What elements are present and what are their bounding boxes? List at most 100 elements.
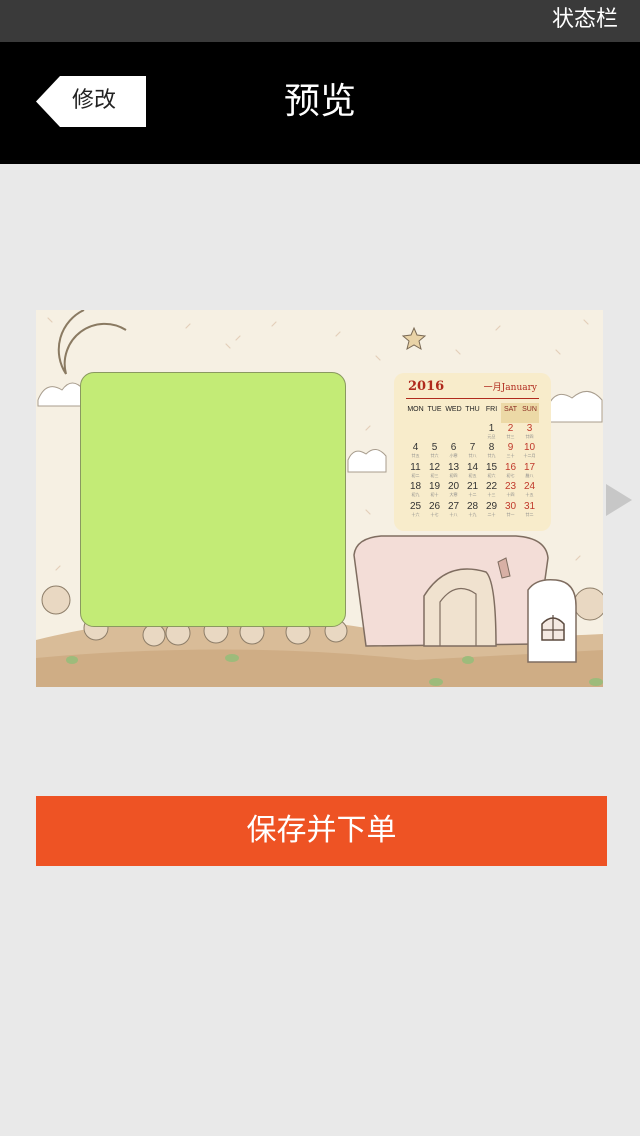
calendar-day: 21 十二 bbox=[463, 481, 482, 501]
calendar-day-number: 23 bbox=[504, 481, 517, 492]
calendar-day-number: 19 bbox=[428, 481, 441, 492]
calendar-day-number: 13 bbox=[447, 461, 460, 473]
calendar-lunar-label: 初七 bbox=[506, 472, 515, 478]
calendar-day: 17 腊八 bbox=[520, 462, 539, 482]
calendar-lunar-label: 廿三 bbox=[506, 433, 515, 439]
calendar-weekday-label: MON bbox=[407, 406, 424, 413]
calendar-day: 9 三十 bbox=[501, 442, 520, 462]
calendar-day: 30 廿一 bbox=[501, 501, 520, 521]
calendar-lunar-label: 初六 bbox=[487, 472, 496, 478]
page-title: 预览 bbox=[283, 81, 356, 122]
calendar-lunar-label: 初五 bbox=[468, 472, 477, 478]
calendar-day-number: 7 bbox=[469, 442, 476, 453]
calendar-day-number: 4 bbox=[412, 442, 419, 453]
calendar-lunar-label: 十七 bbox=[430, 511, 439, 517]
calendar-day: 2 廿三 bbox=[501, 423, 520, 443]
calendar-day: 1 元旦 bbox=[482, 423, 501, 443]
calendar-lunar-label: 廿二 bbox=[525, 511, 534, 517]
calendar-year: 2016 bbox=[408, 379, 445, 394]
calendar-day: 31 廿二 bbox=[520, 501, 539, 521]
calendar-lunar-label: 十二月 bbox=[523, 453, 536, 458]
calendar-day-number: 11 bbox=[410, 461, 421, 473]
photo-placeholder[interactable] bbox=[80, 372, 346, 627]
calendar-day: 3 廿四 bbox=[520, 423, 539, 443]
calendar-day: 27 十八 bbox=[444, 501, 463, 521]
calendar-lunar-label: 十三 bbox=[487, 492, 496, 497]
calendar-day: 5 廿六 bbox=[425, 442, 444, 462]
calendar-divider bbox=[406, 398, 539, 399]
calendar-day: 25 十六 bbox=[406, 501, 425, 521]
calendar-day-number: 27 bbox=[447, 500, 460, 512]
calendar-lunar-label: 廿一 bbox=[506, 511, 515, 517]
calendar-empty-cell bbox=[406, 423, 425, 443]
calendar-day-number: 31 bbox=[523, 500, 536, 512]
calendar-day-number: 6 bbox=[450, 442, 457, 453]
calendar-lunar-label: 初四 bbox=[449, 472, 458, 478]
calendar-lunar-label: 元旦 bbox=[487, 433, 496, 439]
calendar-lunar-label: 小寒 bbox=[449, 453, 458, 458]
calendar-lunar-label: 三十 bbox=[506, 453, 515, 458]
calendar-day-number: 24 bbox=[523, 481, 536, 492]
next-page-arrow-icon[interactable] bbox=[606, 484, 632, 516]
calendar-day: 16 初七 bbox=[501, 462, 520, 482]
calendar-day-number: 30 bbox=[504, 500, 517, 512]
calendar-day: 28 十九 bbox=[463, 501, 482, 521]
calendar-weekday-label: FRI bbox=[485, 406, 498, 413]
calendar-day: 18 初九 bbox=[406, 481, 425, 501]
calendar-weekday-label: SAT bbox=[501, 403, 520, 423]
calendar-lunar-label: 廿四 bbox=[525, 433, 534, 439]
calendar-day-number: 22 bbox=[485, 481, 498, 492]
calendar-day: 29 二十 bbox=[482, 501, 501, 521]
calendar-weekday-label: TUE bbox=[427, 406, 442, 413]
calendar-day-number: 28 bbox=[466, 500, 479, 512]
calendar-lunar-label: 十九 bbox=[468, 511, 477, 517]
calendar-day-number: 26 bbox=[428, 500, 441, 512]
calendar-day: 10 十二月 bbox=[520, 442, 539, 462]
calendar-lunar-label: 腊八 bbox=[525, 472, 534, 478]
calendar-day: 11 初二 bbox=[406, 462, 425, 482]
calendar-day-number: 29 bbox=[485, 500, 498, 512]
calendar-day-number: 16 bbox=[504, 461, 517, 473]
calendar-day: 20 大寒 bbox=[444, 481, 463, 501]
calendar-day-number: 2 bbox=[507, 422, 514, 434]
calendar-day-number: 15 bbox=[485, 461, 498, 473]
calendar-day-number: 5 bbox=[431, 442, 438, 453]
save-and-order-button[interactable]: 保存并下单 bbox=[36, 796, 607, 866]
calendar-day-number: 3 bbox=[526, 422, 533, 434]
calendar-day: 22 十三 bbox=[482, 481, 501, 501]
calendar-lunar-label: 十五 bbox=[525, 492, 534, 497]
calendar-day: 15 初六 bbox=[482, 462, 501, 482]
calendar-grid: MON TUE WED THU FRI SAT SUN 1 元旦 2 廿三 3 廿四 4 廿五 5 廿六 6 小寒 7… bbox=[406, 403, 539, 520]
calendar-day-number: 14 bbox=[466, 461, 479, 473]
calendar-lunar-label: 十六 bbox=[411, 511, 420, 517]
calendar-day-number: 8 bbox=[488, 442, 495, 453]
calendar-lunar-label: 十八 bbox=[449, 511, 458, 517]
calendar-day: 23 十四 bbox=[501, 481, 520, 501]
calendar-day: 24 十五 bbox=[520, 481, 539, 501]
calendar-day-number: 12 bbox=[428, 461, 441, 473]
calendar-day: 7 廿八 bbox=[463, 442, 482, 462]
calendar-day-number: 9 bbox=[507, 442, 514, 453]
calendar-lunar-label: 初十 bbox=[430, 492, 439, 497]
calendar-day-number: 10 bbox=[523, 442, 536, 453]
calendar-day: 19 初十 bbox=[425, 481, 444, 501]
calendar-lunar-label: 廿五 bbox=[411, 453, 420, 458]
calendar-day: 4 廿五 bbox=[406, 442, 425, 462]
calendar-day-number: 21 bbox=[466, 481, 479, 492]
calendar-lunar-label: 二十 bbox=[487, 511, 496, 517]
calendar-month: 一月January bbox=[483, 383, 537, 393]
calendar-weekday-label: WED bbox=[445, 406, 462, 413]
calendar-lunar-label: 初九 bbox=[411, 492, 420, 497]
calendar-weekday-label: THU bbox=[465, 406, 480, 413]
calendar-day-number: 18 bbox=[409, 481, 422, 492]
calendar-day: 13 初四 bbox=[444, 462, 463, 482]
calendar-day-number: 25 bbox=[409, 500, 422, 512]
calendar-lunar-label: 廿九 bbox=[487, 453, 496, 458]
calendar-day: 14 初五 bbox=[463, 462, 482, 482]
calendar-lunar-label: 十四 bbox=[506, 492, 515, 497]
calendar-empty-cell bbox=[463, 423, 482, 443]
calendar-day: 26 十七 bbox=[425, 501, 444, 521]
calendar-day: 12 初三 bbox=[425, 462, 444, 482]
calendar-lunar-label: 大寒 bbox=[449, 492, 458, 497]
status-bar: 状态栏 bbox=[0, 0, 640, 42]
